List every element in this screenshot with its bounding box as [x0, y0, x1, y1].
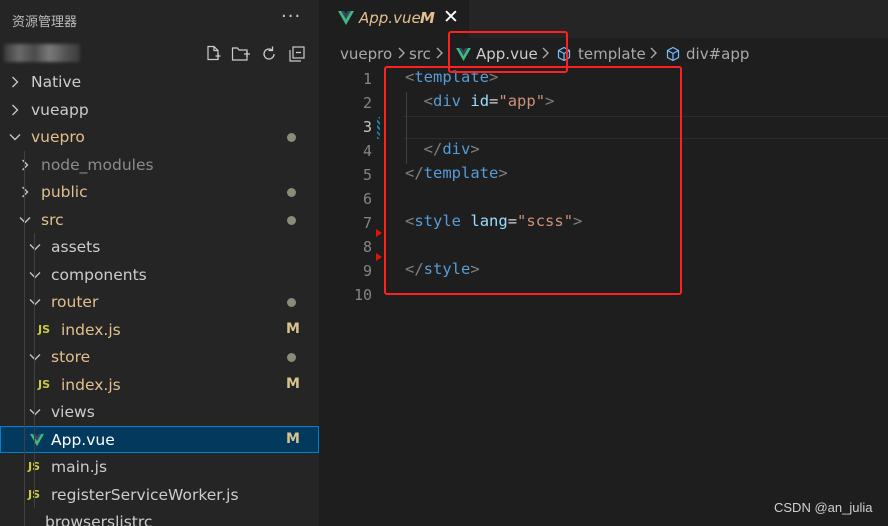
chevron-right-icon: [12, 76, 19, 88]
line-number: 4: [362, 142, 372, 160]
breadcrumb-item-src[interactable]: src: [409, 45, 431, 63]
new-folder-icon[interactable]: [229, 42, 253, 66]
tab-modified-badge: M: [420, 9, 435, 27]
chevron-down-icon: [29, 271, 41, 278]
chevron-right-icon: [398, 47, 405, 59]
javascript-file-icon: JS: [38, 377, 51, 391]
tree-item-label: index.js: [61, 320, 121, 339]
tree-item-store[interactable]: store: [0, 343, 319, 371]
chevron-down-icon: [29, 409, 41, 416]
tree-item-router[interactable]: router: [0, 288, 319, 316]
close-icon[interactable]: ✕: [443, 6, 459, 28]
chevron-down-icon: [9, 134, 21, 141]
tree-indent-guide: [24, 151, 25, 526]
tree-item-main-js[interactable]: JSmain.js: [0, 453, 319, 481]
new-file-icon[interactable]: [201, 42, 225, 66]
tree-item-label: App.vue: [51, 430, 115, 449]
modified-badge: M: [286, 430, 300, 447]
modified-dot: [287, 133, 296, 142]
tree-item-index-js[interactable]: JS index.js M: [0, 371, 319, 399]
breadcrumb-item-vuepro[interactable]: vuepro: [340, 45, 392, 63]
more-actions-icon[interactable]: ···: [281, 6, 301, 27]
chevron-right-icon: [12, 104, 19, 115]
tree-item-label: index.js: [61, 375, 121, 394]
tree-item-label: components: [51, 265, 147, 284]
collapse-all-icon[interactable]: [285, 42, 309, 66]
tab-label: App.vue: [359, 9, 421, 27]
deleted-line-marker: [376, 253, 382, 261]
chevron-right-icon: [22, 186, 29, 198]
tree-item-label: router: [51, 293, 99, 311]
tree-item-native[interactable]: Native: [0, 68, 319, 96]
tree-item-index-js[interactable]: JS index.js M: [0, 316, 319, 344]
tree-item-label: main.js: [51, 458, 108, 476]
tree-item-label: vuepro: [31, 128, 85, 146]
tree-item-label: Native: [31, 73, 82, 91]
line-number: 3: [362, 118, 372, 136]
line-number: 8: [362, 238, 372, 256]
line-number: 5: [362, 166, 372, 184]
tree-item-label: vueapp: [31, 100, 89, 119]
tree-item-label: assets: [51, 238, 101, 256]
modified-dot: [287, 353, 296, 362]
chevron-down-icon: [29, 354, 41, 361]
modified-line-indicator: [377, 117, 380, 139]
watermark: CSDN @an_julia: [774, 500, 873, 515]
tree-item-label: node_modules: [41, 155, 154, 174]
highlight-box-code: [384, 66, 682, 295]
vue-icon: [338, 11, 354, 25]
chevron-right-icon: [22, 159, 29, 170]
modified-dot: [287, 215, 296, 225]
breadcrumb-item-div-app[interactable]: div#app: [686, 45, 749, 63]
line-number: 1: [362, 70, 372, 88]
modified-badge: M: [286, 375, 300, 392]
javascript-file-icon: JS: [38, 322, 51, 336]
tree-item-vuepro[interactable]: vuepro: [0, 123, 319, 151]
cube-icon: [666, 46, 680, 62]
modified-dot: [287, 298, 296, 307]
tree-item-src[interactable]: src: [0, 206, 319, 234]
chevron-right-icon: [436, 47, 443, 59]
deleted-line-marker: [376, 229, 382, 237]
workspace-folder-bar[interactable]: [0, 40, 319, 68]
tree-item-label: views: [51, 403, 95, 421]
vue-icon: [30, 433, 44, 446]
modified-badge: M: [286, 320, 300, 337]
chevron-down-icon: [29, 299, 41, 306]
tree-item-label: src: [41, 210, 64, 229]
breadcrumb-item-template[interactable]: template: [578, 45, 646, 63]
explorer-sidebar: 资源管理器 ··· Native vueapp vuepro node_modules…: [0, 0, 319, 526]
tree-item-label: store: [51, 348, 91, 366]
explorer-header: 资源管理器 ···: [0, 0, 319, 38]
tree-item-public[interactable]: public: [0, 178, 319, 206]
tree-item-node-modules[interactable]: node_modules: [0, 151, 319, 179]
tree-item-components[interactable]: components: [0, 261, 319, 289]
chevron-down-icon: [29, 244, 41, 251]
explorer-actions: [201, 42, 309, 66]
explorer-title: 资源管理器: [12, 15, 78, 30]
tree-item-views[interactable]: views: [0, 398, 319, 426]
line-number: 10: [353, 286, 372, 304]
tree-item-label: registerServiceWorker.js: [51, 485, 239, 504]
blurred-workspace-name: [4, 44, 80, 62]
line-number: 9: [362, 262, 372, 280]
line-number: 6: [362, 190, 372, 208]
tree-item-label: browserslistrc: [45, 513, 153, 526]
chevron-right-icon: [650, 47, 657, 59]
tree-item-vueapp[interactable]: vueapp: [0, 96, 319, 124]
tree-item-assets[interactable]: assets: [0, 233, 319, 261]
line-number: 2: [362, 94, 372, 112]
tree-item-browserslistrc[interactable]: browserslistrc: [0, 508, 319, 526]
tree-indent-guide: [34, 233, 35, 508]
tree-item-app-vue[interactable]: App.vue M: [0, 425, 319, 453]
line-number: 7: [362, 214, 372, 232]
tab-bar: App.vue M ✕: [319, 0, 888, 38]
chevron-down-icon: [19, 216, 31, 223]
tree-item-registerserviceworker-js[interactable]: JSregisterServiceWorker.js: [0, 481, 319, 509]
tree-item-label: public: [41, 183, 88, 201]
tab-app-vue[interactable]: App.vue M ✕: [319, 0, 469, 38]
refresh-icon[interactable]: [257, 42, 281, 66]
modified-dot: [287, 188, 296, 197]
